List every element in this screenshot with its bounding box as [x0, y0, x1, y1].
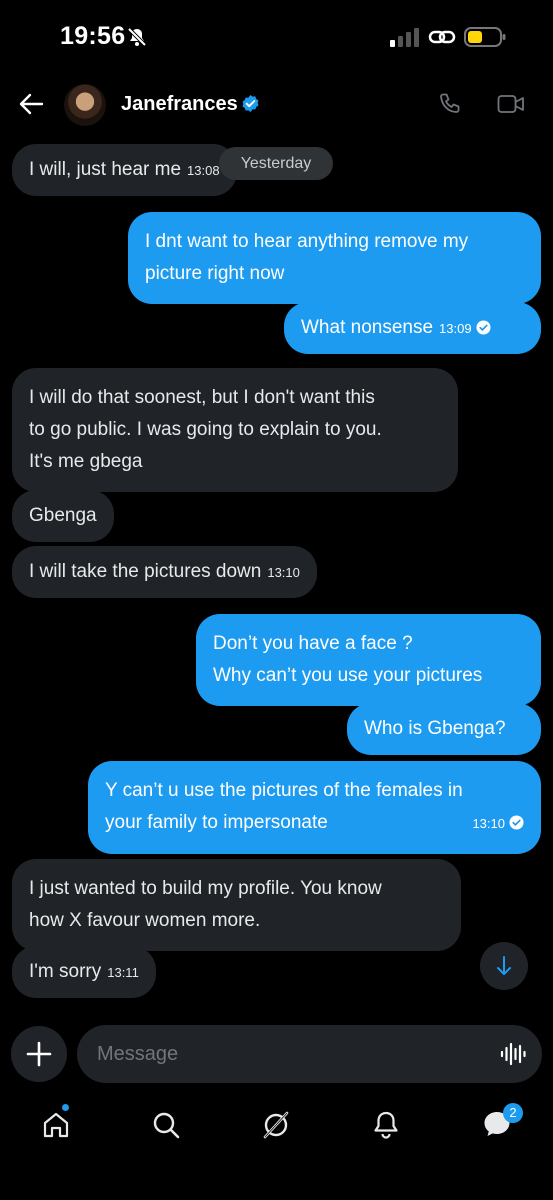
scroll-to-bottom-button[interactable]: [480, 942, 528, 990]
read-check-icon: [476, 320, 491, 335]
message-line: Don’t you have a face ?: [213, 633, 413, 654]
add-media-button[interactable]: [11, 1026, 67, 1082]
phone-icon[interactable]: [438, 92, 462, 116]
message-text: What nonsense: [301, 317, 434, 338]
message-bubble-outgoing[interactable]: Who is Gbenga?: [347, 703, 541, 755]
bell-icon[interactable]: [371, 1110, 401, 1140]
message-time: 13:09: [439, 321, 472, 336]
message-bubble-incoming[interactable]: I just wanted to build my profile. You k…: [12, 859, 461, 951]
message-line: I will do that soonest, but I don't want…: [29, 387, 375, 408]
home-notification-dot: [61, 1103, 70, 1112]
message-bubble-outgoing[interactable]: Y can’t u use the pictures of the female…: [88, 761, 541, 854]
message-line: Y can’t u use the pictures of the female…: [105, 780, 463, 801]
search-icon[interactable]: [151, 1110, 181, 1140]
message-line: to go public. I was going to explain to …: [29, 419, 382, 440]
message-bubble-outgoing[interactable]: What nonsense 13:09: [284, 302, 541, 354]
read-check-icon: [509, 815, 524, 830]
avatar[interactable]: [64, 84, 106, 126]
status-time: 19:56: [60, 22, 126, 50]
video-icon[interactable]: [497, 93, 525, 115]
message-line: I just wanted to build my profile. You k…: [29, 878, 382, 899]
message-line: your family to impersonate 13:10: [105, 807, 524, 840]
message-time: 13:10: [267, 565, 300, 580]
home-icon[interactable]: [41, 1110, 71, 1140]
message-line: Why can’t you use your pictures: [213, 665, 483, 686]
message-text: Gbenga: [29, 505, 97, 526]
verified-icon: [242, 94, 259, 113]
message-text: your family to impersonate: [105, 812, 328, 833]
contact-name[interactable]: Janefrances: [121, 93, 238, 116]
message-bubble-outgoing[interactable]: Don’t you have a face ? Why can’t you us…: [196, 614, 541, 706]
message-bubble-incoming[interactable]: I'm sorry 13:11: [12, 946, 156, 998]
message-text: I will, just hear me: [29, 159, 182, 180]
plus-icon: [26, 1041, 52, 1067]
message-line: how X favour women more.: [29, 910, 261, 931]
voice-icon[interactable]: [500, 1042, 526, 1066]
message-bubble-incoming[interactable]: I will take the pictures down 13:10: [12, 546, 317, 598]
message-composer: [77, 1025, 542, 1083]
message-text: I will take the pictures down: [29, 561, 262, 582]
link-icon: [428, 30, 456, 44]
message-text: I'm sorry: [29, 961, 102, 982]
signal-icon: [390, 28, 419, 47]
back-arrow-icon[interactable]: [18, 92, 44, 116]
message-time: 13:08: [187, 163, 220, 178]
message-bubble-incoming[interactable]: Gbenga: [12, 490, 114, 542]
battery-icon: [464, 27, 506, 47]
message-text: Who is Gbenga?: [364, 718, 506, 739]
bell-off-icon: [127, 27, 147, 47]
message-time: 13:11: [107, 965, 139, 980]
message-bubble-incoming[interactable]: I will do that soonest, but I don't want…: [12, 368, 458, 492]
message-input[interactable]: [97, 1025, 477, 1083]
date-divider: Yesterday: [219, 147, 333, 180]
message-bubble-incoming[interactable]: I will, just hear me 13:08: [12, 144, 237, 196]
message-line: picture right now: [145, 263, 285, 284]
grok-icon[interactable]: [261, 1110, 291, 1140]
message-time: 13:10: [472, 816, 505, 831]
messages-badge: 2: [503, 1103, 523, 1123]
message-bubble-outgoing[interactable]: I dnt want to hear anything remove my pi…: [128, 212, 541, 304]
arrow-down-icon: [497, 956, 511, 975]
message-line: It's me gbega: [29, 451, 143, 472]
message-line: I dnt want to hear anything remove my: [145, 231, 469, 252]
